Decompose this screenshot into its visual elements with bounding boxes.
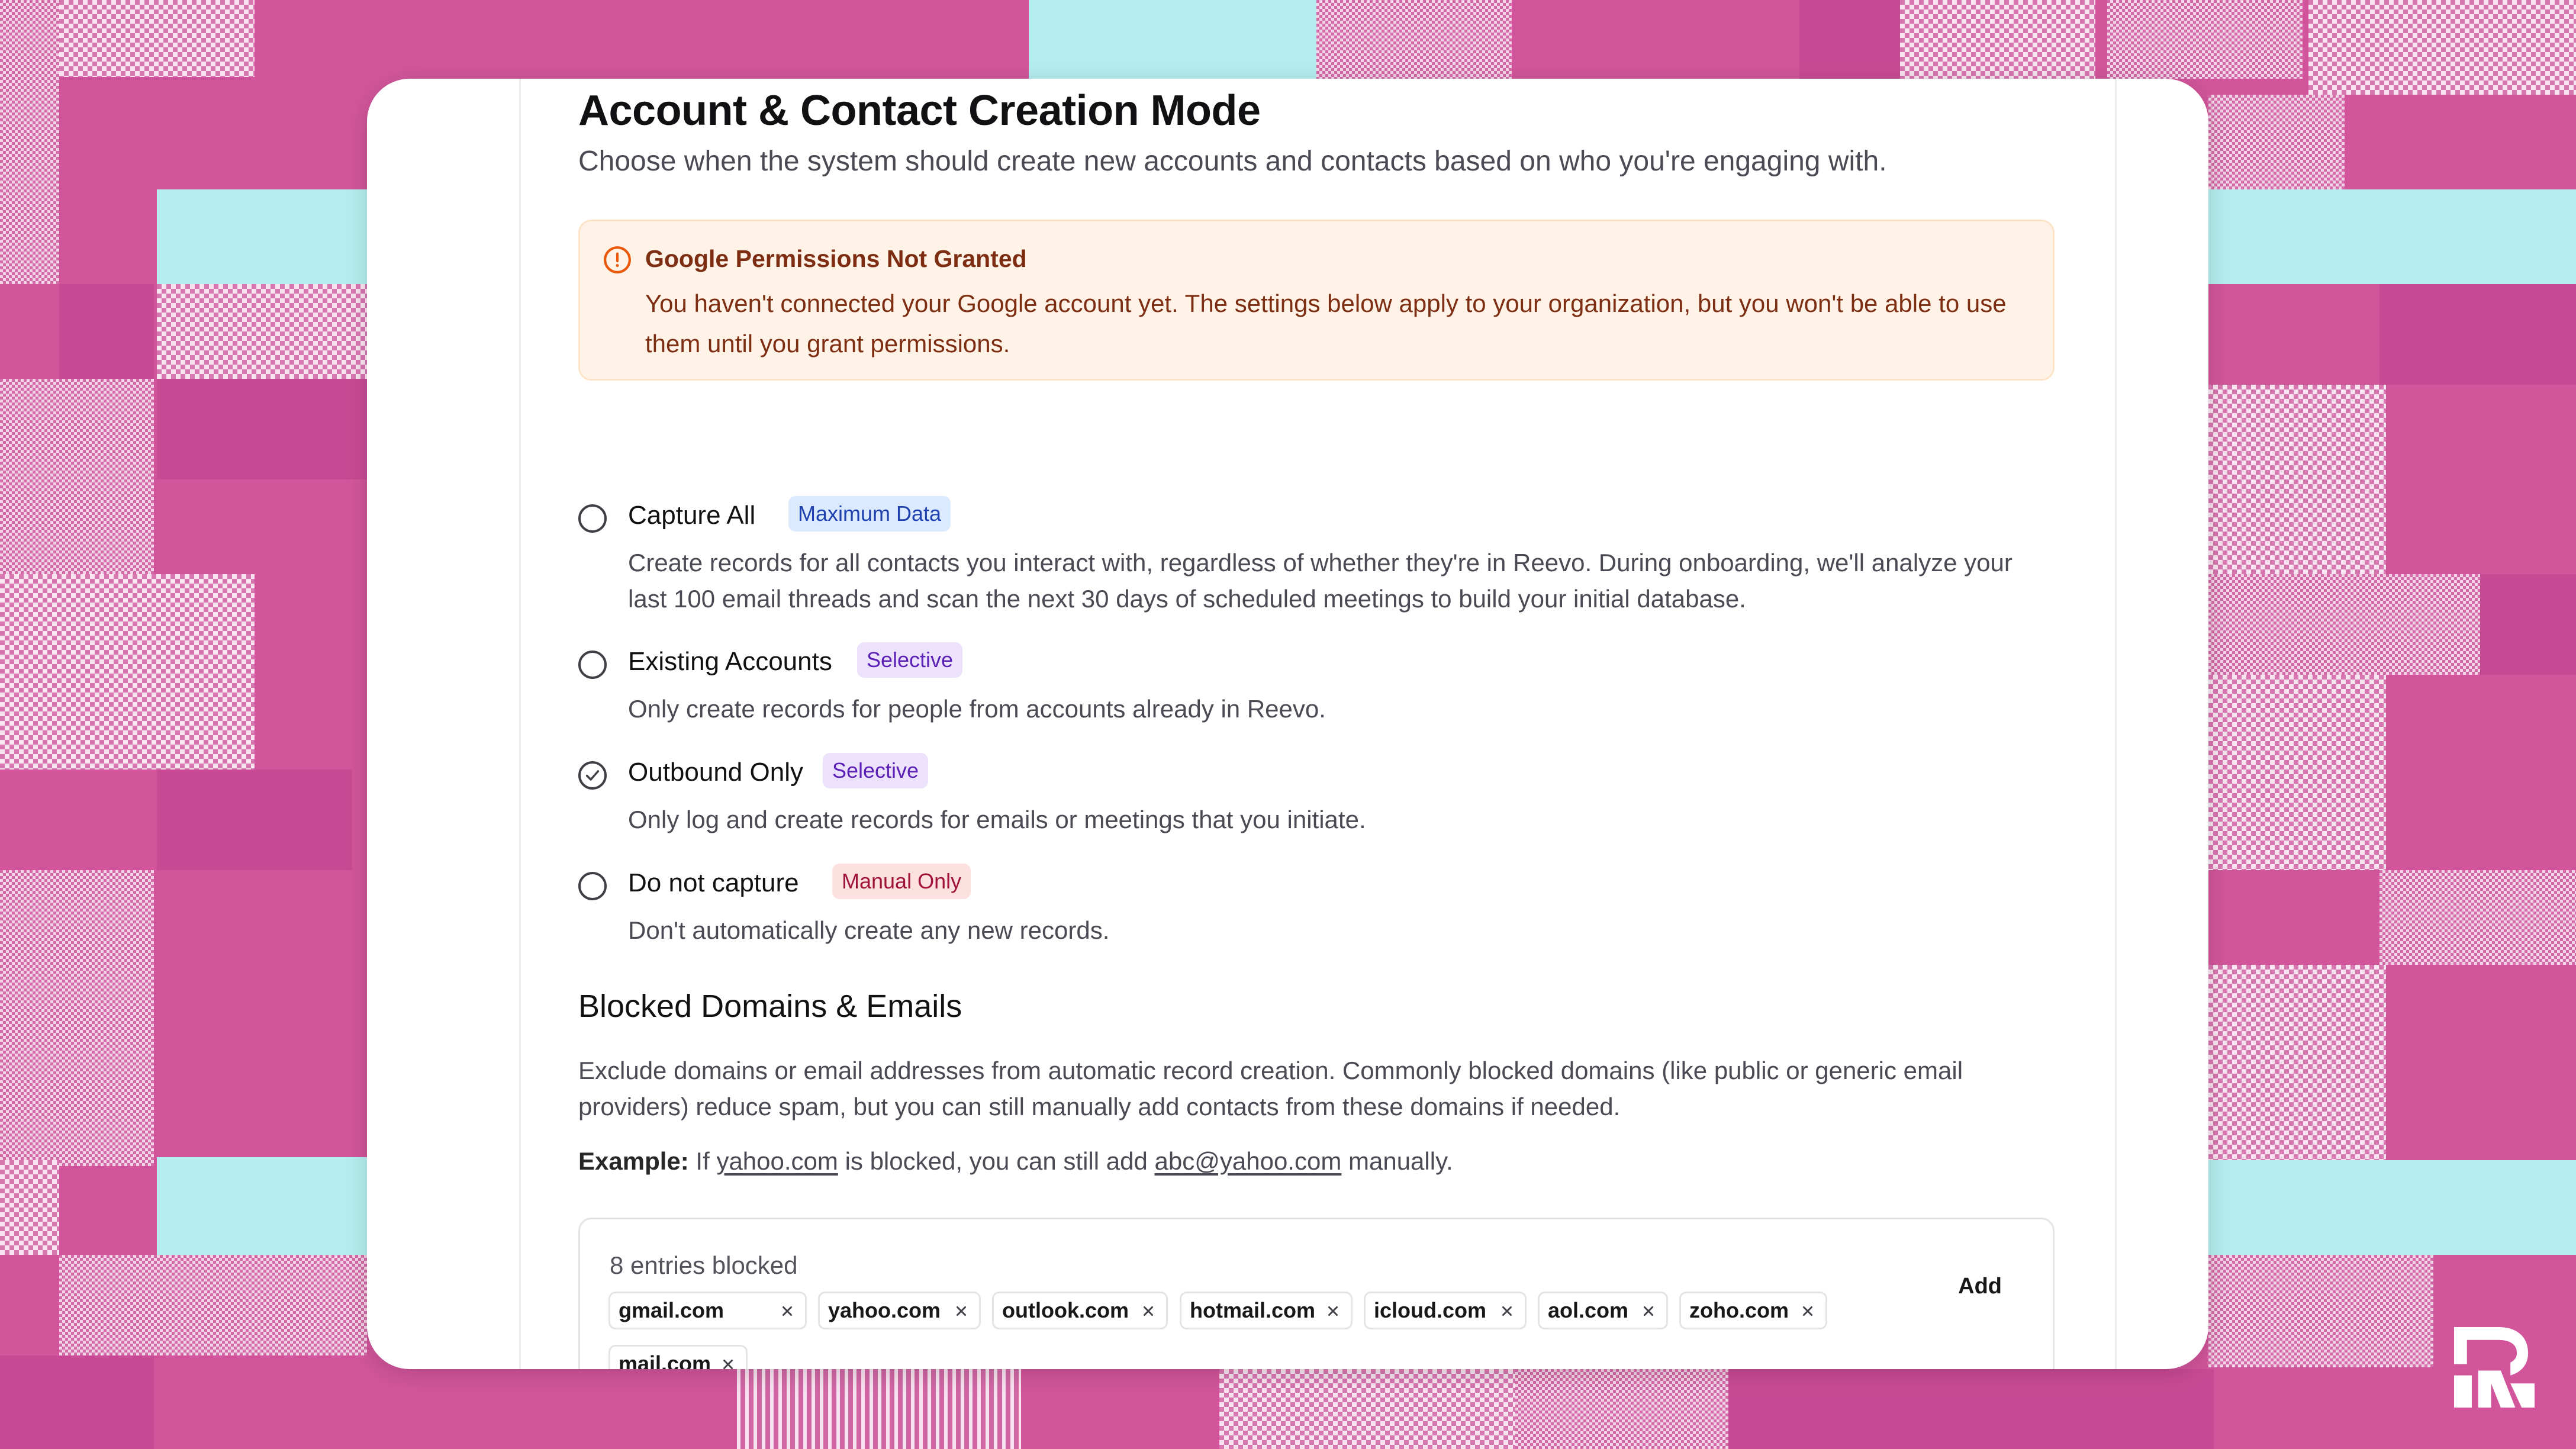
blocked-chip: hotmail.com: [1180, 1292, 1353, 1329]
chip-label: mail.com: [619, 1351, 711, 1369]
option-description: Only log and create records for emails o…: [628, 806, 1366, 833]
badge-selective: Selective: [857, 642, 963, 678]
blocked-chip: aol.com: [1538, 1292, 1668, 1329]
option-label: Do not capture: [628, 868, 799, 897]
chip-label: yahoo.com: [828, 1298, 941, 1322]
close-icon[interactable]: [1642, 1305, 1655, 1318]
example-suffix: manually.: [1348, 1147, 1453, 1175]
blocked-chip: icloud.com: [1364, 1292, 1527, 1329]
blocked-chip: gmail.com: [608, 1292, 807, 1329]
alert-body: You haven't connected your Google accoun…: [645, 289, 2007, 358]
radio-do-not-capture[interactable]: [578, 872, 607, 900]
radio-outbound-only[interactable]: [578, 761, 607, 790]
badge-maximum-data: Maximum Data: [788, 496, 951, 532]
page-title: Account & Contact Creation Mode: [578, 87, 1261, 134]
settings-card: Account & Contact Creation Mode Choose w…: [367, 79, 2208, 1369]
blocked-example: Example: If yahoo.com is blocked, you ca…: [578, 1147, 1453, 1176]
option-description: Only create records for people from acco…: [628, 695, 1326, 723]
badge-selective: Selective: [823, 753, 929, 788]
reevo-logo-icon: [2454, 1327, 2535, 1408]
close-icon[interactable]: [781, 1305, 794, 1318]
option-label: Capture All: [628, 501, 756, 530]
badge-manual-only: Manual Only: [832, 864, 971, 899]
chip-label: aol.com: [1548, 1298, 1629, 1322]
radio-existing-accounts[interactable]: [578, 651, 607, 679]
blocked-chip: mail.com: [608, 1345, 748, 1369]
example-middle: is blocked, you can still add: [845, 1147, 1148, 1175]
close-icon[interactable]: [955, 1305, 968, 1318]
close-icon[interactable]: [1142, 1305, 1155, 1318]
close-icon[interactable]: [722, 1358, 735, 1369]
close-icon[interactable]: [1801, 1305, 1814, 1318]
blocked-section-description: Exclude domains or email addresses from …: [578, 1057, 1963, 1120]
example-label: Example:: [578, 1147, 689, 1175]
alert-title: Google Permissions Not Granted: [645, 245, 1027, 272]
chip-label: gmail.com: [619, 1298, 724, 1322]
blocked-entries-box[interactable]: 8 entries blocked Add gmail.com yahoo.co…: [578, 1218, 2055, 1369]
chip-label: outlook.com: [1002, 1298, 1129, 1322]
page-subtitle: Choose when the system should create new…: [578, 146, 1887, 177]
chip-label: hotmail.com: [1190, 1298, 1316, 1322]
add-button[interactable]: Add: [1958, 1274, 2002, 1299]
option-label: Existing Accounts: [628, 647, 832, 676]
chip-label: zoho.com: [1689, 1298, 1789, 1322]
blocked-section-title: Blocked Domains & Emails: [578, 988, 962, 1024]
blocked-chip: zoho.com: [1679, 1292, 1827, 1329]
option-label: Outbound Only: [628, 758, 803, 787]
chip-label: icloud.com: [1374, 1298, 1487, 1322]
example-domain-link[interactable]: yahoo.com: [716, 1147, 838, 1175]
settings-panel: Account & Contact Creation Mode Choose w…: [519, 79, 2117, 1369]
radio-capture-all[interactable]: [578, 504, 607, 533]
example-email-link[interactable]: abc@yahoo.com: [1155, 1147, 1342, 1175]
blocked-chip: outlook.com: [992, 1292, 1168, 1329]
example-prefix: If: [695, 1147, 710, 1175]
blocked-chip: yahoo.com: [818, 1292, 981, 1329]
close-icon[interactable]: [1500, 1305, 1514, 1318]
alert-circle-icon: [604, 246, 631, 273]
check-icon: [585, 770, 600, 781]
permissions-alert: Google Permissions Not Granted You haven…: [578, 220, 2055, 381]
close-icon[interactable]: [1326, 1305, 1339, 1318]
blocked-count: 8 entries blocked: [610, 1251, 798, 1279]
option-description: Don't automatically create any new recor…: [628, 916, 1110, 944]
option-description: Create records for all contacts you inte…: [628, 549, 2012, 613]
